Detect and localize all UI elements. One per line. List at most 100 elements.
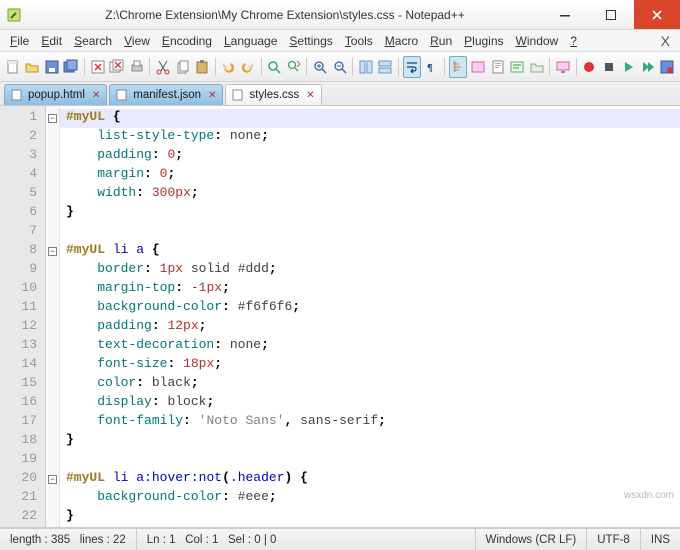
menu-macro[interactable]: Macro <box>379 32 424 50</box>
code-line[interactable]: color: black; <box>60 375 680 394</box>
menu-file[interactable]: File <box>4 32 35 50</box>
line-number: 17 <box>0 413 45 432</box>
new-file-icon[interactable] <box>4 56 22 78</box>
tab-styles-css[interactable]: styles.css✕ <box>225 84 321 105</box>
file-icon <box>232 89 244 101</box>
code-line[interactable]: #myUL li a { <box>60 242 680 261</box>
stop-macro-icon[interactable] <box>600 56 618 78</box>
code-line[interactable]: font-size: 18px; <box>60 356 680 375</box>
minimize-button[interactable] <box>542 0 588 29</box>
sync-h-icon[interactable] <box>377 56 395 78</box>
code-line[interactable]: border: 1px solid #ddd; <box>60 261 680 280</box>
copy-icon[interactable] <box>174 56 192 78</box>
play-multi-icon[interactable] <box>639 56 657 78</box>
zoom-out-icon[interactable] <box>331 56 349 78</box>
open-file-icon[interactable] <box>24 56 42 78</box>
line-number: 1 <box>0 109 45 128</box>
tab-popup-html[interactable]: popup.html✕ <box>4 84 107 105</box>
menu-edit[interactable]: Edit <box>35 32 68 50</box>
line-number: 19 <box>0 451 45 470</box>
zoom-in-icon[interactable] <box>311 56 329 78</box>
status-eol[interactable]: Windows (CR LF) <box>476 529 588 550</box>
line-number: 16 <box>0 394 45 413</box>
code-line[interactable]: background-color: #f6f6f6; <box>60 299 680 318</box>
sync-v-icon[interactable] <box>357 56 375 78</box>
doc-map-icon[interactable] <box>489 56 507 78</box>
code-line[interactable]: margin: 0; <box>60 166 680 185</box>
close-file-icon[interactable] <box>89 56 107 78</box>
indent-guide-icon[interactable] <box>449 56 467 78</box>
code-line[interactable]: list-style-type: none; <box>60 128 680 147</box>
function-list-icon[interactable] <box>508 56 526 78</box>
line-number: 12 <box>0 318 45 337</box>
maximize-button[interactable] <box>588 0 634 29</box>
close-all-icon[interactable] <box>108 56 126 78</box>
line-number: 21 <box>0 489 45 508</box>
editor[interactable]: 12345678910111213141516171819202122 −−− … <box>0 106 680 528</box>
code-line[interactable]: width: 300px; <box>60 185 680 204</box>
tab-close-icon[interactable]: ✕ <box>92 90 100 101</box>
menu-window[interactable]: Window <box>510 32 565 50</box>
code-line[interactable]: padding: 0; <box>60 147 680 166</box>
monitor-icon[interactable] <box>554 56 572 78</box>
save-icon[interactable] <box>43 56 61 78</box>
tab-close-icon[interactable]: ✕ <box>306 90 314 101</box>
line-number: 13 <box>0 337 45 356</box>
ud-lang-icon[interactable] <box>469 56 487 78</box>
menu-help[interactable]: ? <box>564 32 583 50</box>
tab-manifest-json[interactable]: manifest.json✕ <box>109 84 223 105</box>
tab-close-icon[interactable]: ✕ <box>208 90 216 101</box>
line-number: 14 <box>0 356 45 375</box>
menu-settings[interactable]: Settings <box>283 32 338 50</box>
toolbar: ¶ <box>0 52 680 82</box>
code-line[interactable]: } <box>60 432 680 451</box>
code-line[interactable]: } <box>60 204 680 223</box>
code-line[interactable]: display: block; <box>60 394 680 413</box>
code-line[interactable]: padding: 12px; <box>60 318 680 337</box>
folder-workspace-icon[interactable] <box>528 56 546 78</box>
redo-icon[interactable] <box>239 56 257 78</box>
code-line[interactable]: margin-top: -1px; <box>60 280 680 299</box>
code-line[interactable]: } <box>60 508 680 527</box>
code-line[interactable]: #myUL li a:hover:not(.header) { <box>60 470 680 489</box>
save-macro-icon[interactable] <box>659 56 677 78</box>
window-title: Z:\Chrome Extension\My Chrome Extension\… <box>28 8 542 22</box>
code-line[interactable]: font-family: 'Noto Sans', sans-serif; <box>60 413 680 432</box>
show-all-chars-icon[interactable]: ¶ <box>423 56 441 78</box>
line-number: 5 <box>0 185 45 204</box>
code-line[interactable]: background-color: #eee; <box>60 489 680 508</box>
code-line[interactable]: #myUL { <box>60 109 680 128</box>
code-line[interactable]: text-decoration: none; <box>60 337 680 356</box>
notepadpp-icon <box>6 7 22 23</box>
wordwrap-icon[interactable] <box>403 56 421 78</box>
menu-plugins[interactable]: Plugins <box>458 32 509 50</box>
undo-icon[interactable] <box>220 56 238 78</box>
code-line[interactable] <box>60 451 680 470</box>
close-button[interactable] <box>634 0 680 29</box>
menubar-x-button[interactable]: X <box>655 33 676 49</box>
status-position: Ln : 1 Col : 1 Sel : 0 | 0 <box>137 529 476 550</box>
status-encoding[interactable]: UTF-8 <box>587 529 641 550</box>
menu-search[interactable]: Search <box>68 32 118 50</box>
fold-toggle-icon: − <box>48 247 57 256</box>
status-mode[interactable]: INS <box>641 529 680 550</box>
fold-column[interactable]: − − − <box>46 106 60 527</box>
fold-toggle-icon: − <box>48 475 57 484</box>
code-area[interactable]: #myUL { list-style-type: none; padding: … <box>60 106 680 527</box>
menubar: FileEditSearchViewEncodingLanguageSettin… <box>0 30 680 52</box>
replace-icon[interactable] <box>285 56 303 78</box>
menu-tools[interactable]: Tools <box>339 32 379 50</box>
fold-toggle-icon: − <box>48 114 57 123</box>
paste-icon[interactable] <box>193 56 211 78</box>
menu-encoding[interactable]: Encoding <box>156 32 218 50</box>
play-macro-icon[interactable] <box>620 56 638 78</box>
cut-icon[interactable] <box>154 56 172 78</box>
record-macro-icon[interactable] <box>581 56 599 78</box>
print-icon[interactable] <box>128 56 146 78</box>
save-all-icon[interactable] <box>63 56 81 78</box>
code-line[interactable] <box>60 223 680 242</box>
menu-run[interactable]: Run <box>424 32 458 50</box>
menu-view[interactable]: View <box>118 32 156 50</box>
menu-language[interactable]: Language <box>218 32 283 50</box>
find-icon[interactable] <box>266 56 284 78</box>
